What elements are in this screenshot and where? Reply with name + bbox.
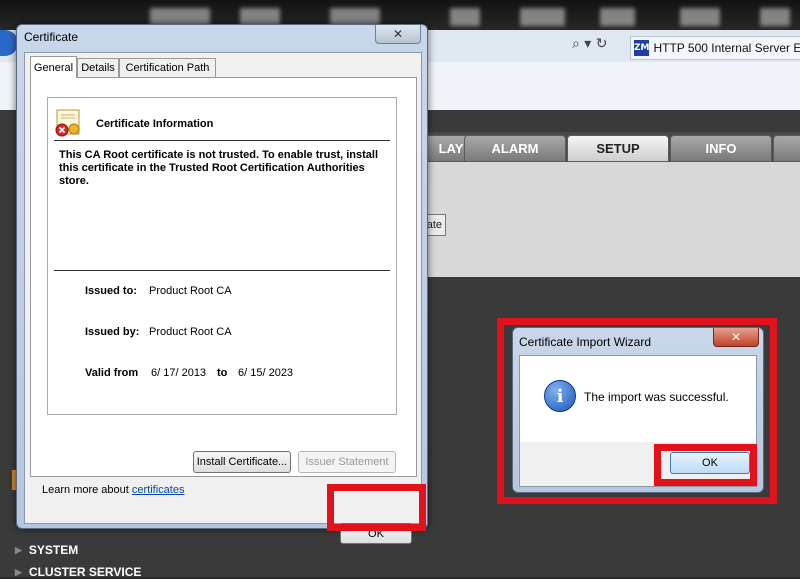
trust-warning-text: This CA Root certificate is not trusted.… (59, 149, 379, 187)
issued-to-label: Issued to: (85, 285, 137, 297)
tab-alarm[interactable]: ALARM (464, 135, 566, 162)
content-panel (420, 162, 800, 277)
valid-from-label: Valid from (85, 367, 139, 379)
valid-to-value: 6/ 15/ 2023 (238, 367, 294, 379)
valid-to-label: to (217, 367, 228, 379)
install-certificate-button[interactable]: Install Certificate... (193, 451, 291, 473)
tab-general[interactable]: General (30, 56, 77, 78)
divider (54, 140, 390, 141)
expand-arrow-icon: ▶ (15, 566, 22, 577)
tab-more[interactable] (773, 135, 800, 162)
highlight-box (654, 444, 757, 486)
zm-favicon-icon: ZM (634, 40, 650, 56)
learn-more-prefix: Learn more about (42, 484, 132, 496)
dialog-body: General Details Certification Path Certi… (24, 52, 422, 544)
divider (54, 270, 390, 271)
tab-info[interactable]: INFO (670, 135, 772, 162)
tab-details[interactable]: Details (77, 58, 119, 77)
certificate-info-box: Certificate Information This CA Root cer… (47, 97, 397, 415)
highlight-box (327, 484, 426, 531)
sidebar-item-label: SYSTEM (28, 543, 79, 557)
tab-setup[interactable]: SETUP (567, 135, 669, 162)
certificate-info-heading: Certificate Information (96, 118, 214, 130)
certificate-error-icon (55, 109, 80, 137)
browser-tab[interactable]: ZM HTTP 500 Internal Server Erro (630, 36, 800, 60)
address-bar-icons[interactable]: ⌕ ▾ ↻ (572, 36, 608, 52)
issued-by-value: Product Root CA (149, 326, 232, 338)
browser-tab-title: HTTP 500 Internal Server Erro (653, 41, 800, 55)
close-button[interactable]: ✕ (375, 25, 421, 44)
sidebar-item-system[interactable]: ▶ SYSTEM (15, 543, 78, 557)
learn-more-text: Learn more about certificates (42, 484, 184, 496)
expand-arrow-icon: ▶ (15, 544, 22, 555)
certificate-dialog: Certificate ✕ General Details Certificat… (16, 24, 428, 544)
dialog-title: Certificate (24, 30, 79, 44)
tab-certification-path[interactable]: Certification Path (119, 58, 216, 77)
certificates-link[interactable]: certificates (132, 484, 185, 496)
issuer-statement-button: Issuer Statement (298, 451, 396, 473)
issued-by-label: Issued by: (85, 326, 140, 338)
issued-to-value: Product Root CA (149, 285, 232, 297)
valid-from-value: 6/ 17/ 2013 (151, 367, 207, 379)
